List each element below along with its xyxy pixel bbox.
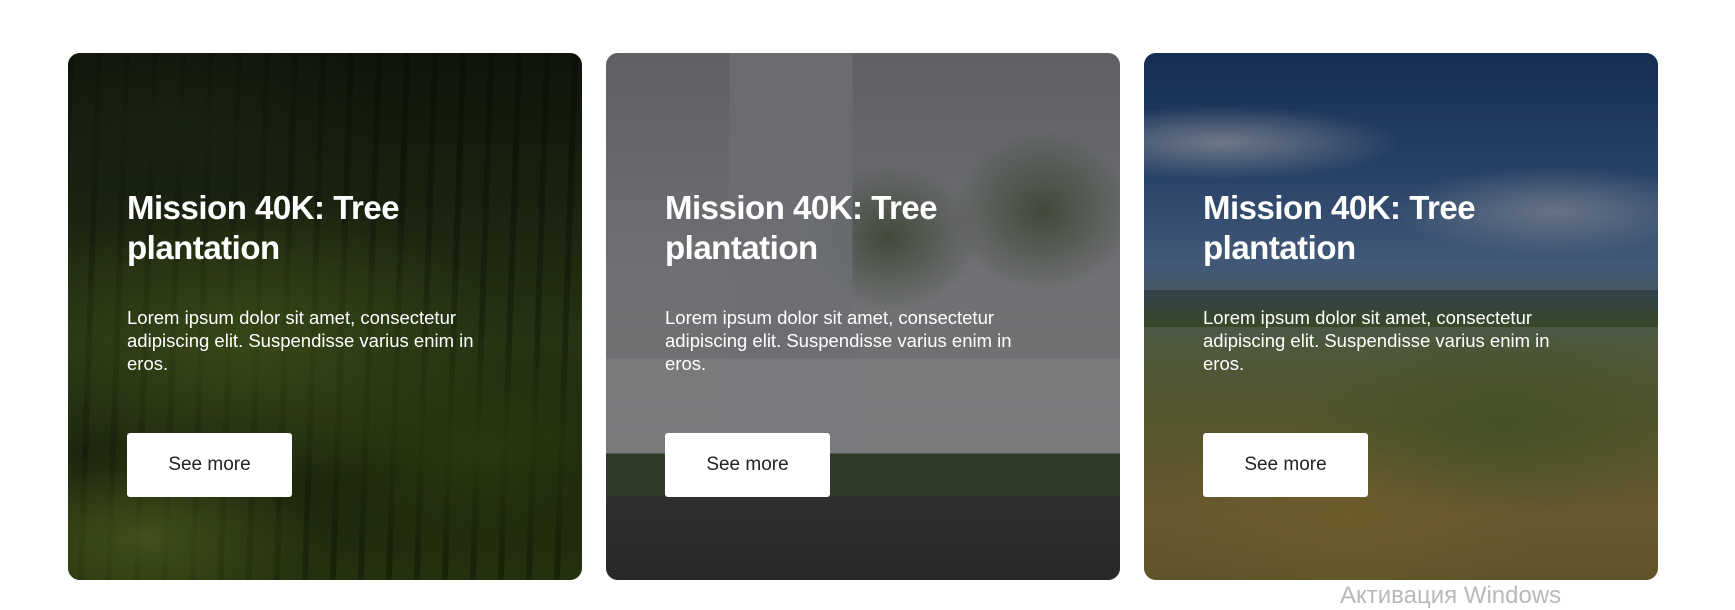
card-title: Mission 40K: Tree plantation: [1203, 189, 1476, 266]
see-more-button[interactable]: See more: [665, 433, 830, 497]
mission-card-3: Mission 40K: Tree plantation Lorem ipsum…: [1144, 53, 1658, 580]
card-content: Mission 40K: Tree plantation Lorem ipsum…: [1203, 188, 1593, 375]
mission-card-2: Mission 40K: Tree plantation Lorem ipsum…: [606, 53, 1120, 580]
card-content: Mission 40K: Tree plantation Lorem ipsum…: [665, 188, 1055, 375]
card-title: Mission 40K: Tree plantation: [127, 189, 400, 266]
card-description: Lorem ipsum dolor sit amet, consectetur …: [1203, 307, 1550, 374]
card-title: Mission 40K: Tree plantation: [665, 189, 938, 266]
card-content: Mission 40K: Tree plantation Lorem ipsum…: [127, 188, 517, 375]
mission-card-1: Mission 40K: Tree plantation Lorem ipsum…: [68, 53, 582, 580]
see-more-button[interactable]: See more: [127, 433, 292, 497]
windows-activation-watermark: Активация Windows: [1340, 582, 1562, 609]
card-description: Lorem ipsum dolor sit amet, consectetur …: [665, 307, 1012, 374]
card-description: Lorem ipsum dolor sit amet, consectetur …: [127, 307, 474, 374]
cards-row: Mission 40K: Tree plantation Lorem ipsum…: [68, 53, 1658, 580]
see-more-button[interactable]: See more: [1203, 433, 1368, 497]
